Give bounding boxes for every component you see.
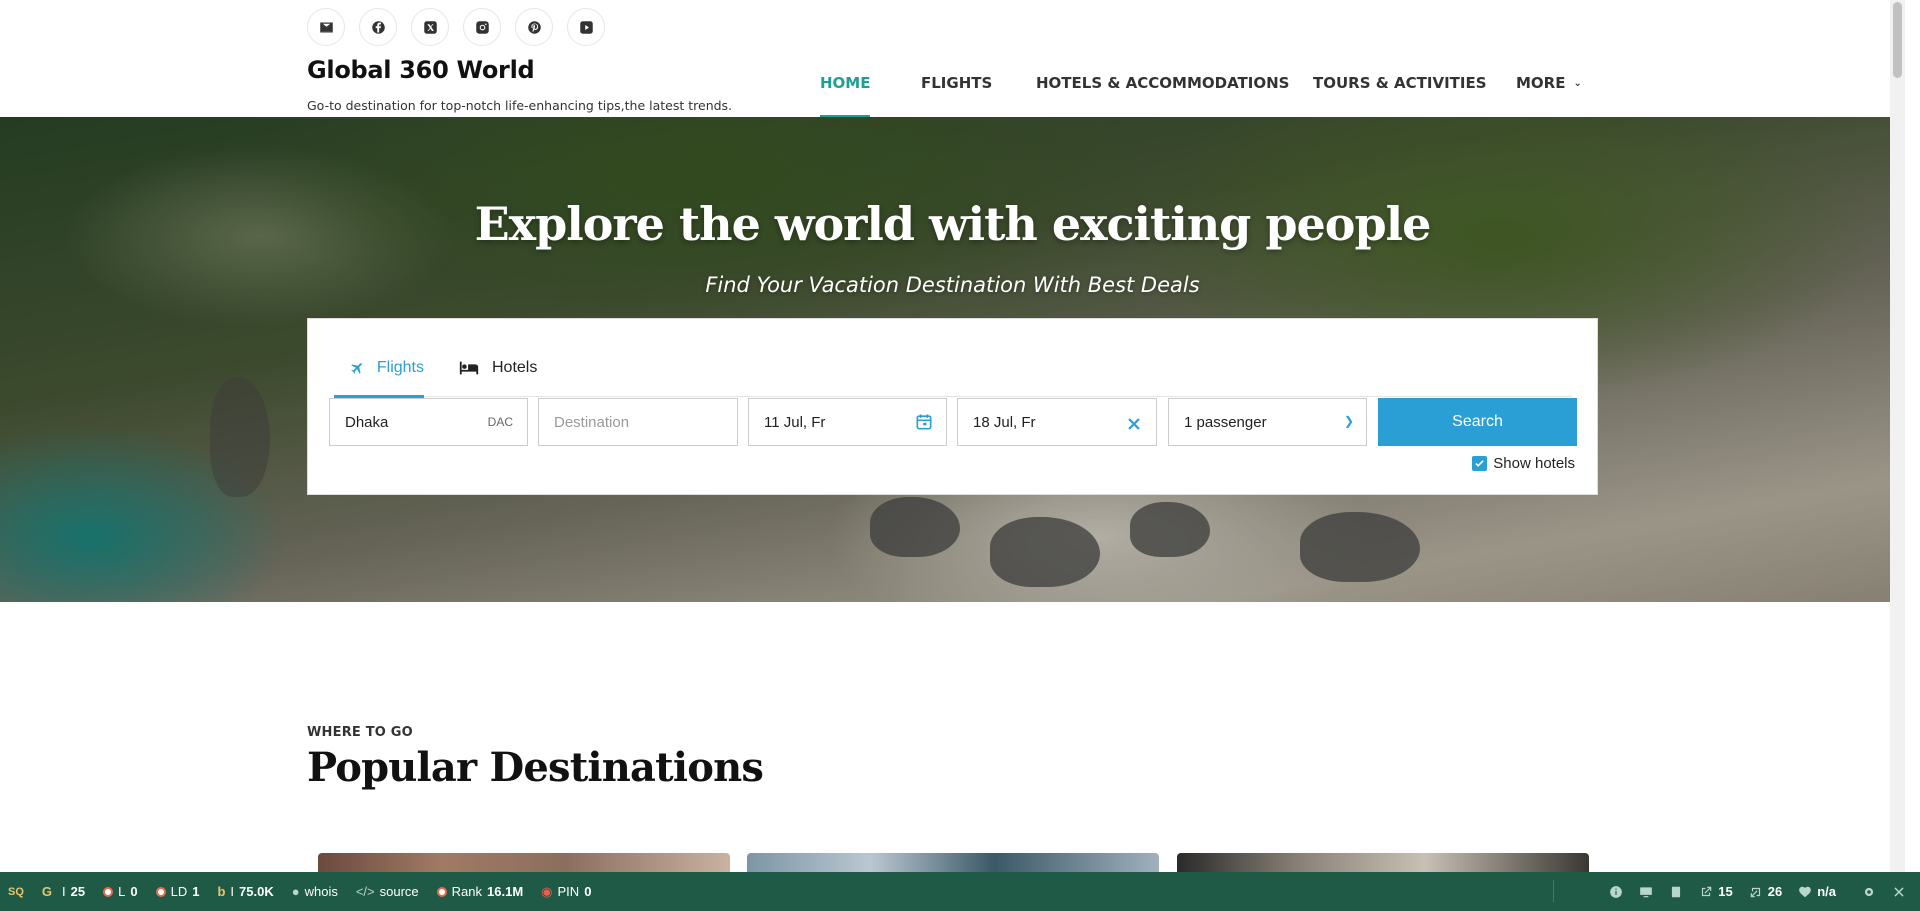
seoquake-logo-icon[interactable]: SQ: [8, 886, 24, 898]
pinterest-icon[interactable]: [515, 8, 553, 46]
nav-home-label: HOME: [820, 74, 871, 92]
depart-date-field[interactable]: 11 Jul, Fr: [748, 398, 947, 446]
bing-icon: b: [217, 884, 226, 899]
person-icon: ●: [291, 884, 300, 899]
rank-icon: [436, 886, 447, 897]
social-links: [307, 8, 605, 46]
chevron-down-icon: ❯: [1343, 414, 1354, 428]
tab-flights-label: Flights: [376, 359, 424, 376]
status-value: n/a: [1817, 884, 1836, 899]
nav-flights-label: FLIGHTS: [921, 74, 993, 92]
bing-index-item[interactable]: b I 75.0K: [217, 884, 273, 899]
hero-subtitle: Find Your Vacation Destination With Best…: [705, 273, 1200, 297]
nav-more-label: MORE: [1516, 74, 1566, 92]
external-links-item[interactable]: 15: [1699, 884, 1733, 899]
depart-date-value: 11 Jul, Fr: [764, 413, 826, 431]
whois-item[interactable]: ● whois: [292, 884, 338, 899]
origin-input[interactable]: Dhaka DAC: [329, 398, 528, 446]
origin-value: Dhaka: [345, 413, 389, 431]
pinterest-icon: ◉: [541, 883, 553, 899]
nav-flights[interactable]: FLIGHTS: [921, 74, 992, 118]
linking-domains-icon: [155, 886, 166, 897]
toolbar-divider: [1553, 880, 1554, 902]
scrollbar[interactable]: [1890, 0, 1905, 911]
settings-gear-icon[interactable]: [1862, 885, 1876, 899]
info-icon[interactable]: [1609, 885, 1623, 899]
pin-label: PIN: [557, 884, 580, 899]
code-icon: </>: [355, 884, 375, 899]
show-hotels-label: Show hotels: [1493, 455, 1575, 472]
heart-icon: [1799, 886, 1812, 897]
bed-icon: [459, 361, 479, 375]
page-icon[interactable]: [1669, 885, 1683, 899]
external-link-icon: [1702, 886, 1712, 896]
passenger-select[interactable]: 1 passenger ❯: [1168, 398, 1367, 446]
linking-domains-item[interactable]: LD 1: [155, 884, 200, 899]
youtube-icon[interactable]: [567, 8, 605, 46]
nav-more[interactable]: MORE ⌄: [1516, 74, 1582, 118]
search-widget: Flights Hotels Dhaka DAC Destination 11 …: [307, 318, 1598, 495]
google-index-item[interactable]: G I 25: [42, 884, 85, 899]
bing-index-value: 75.0K: [239, 884, 274, 899]
checkbox-checked-icon[interactable]: [1472, 456, 1488, 471]
page: Global 360 World Go-to destination for t…: [0, 0, 1905, 911]
internal-links-value: 26: [1767, 884, 1783, 899]
facebook-icon[interactable]: [359, 8, 397, 46]
nav-hotels[interactable]: HOTELS & ACCOMMODATIONS: [1036, 74, 1289, 118]
tab-hotels[interactable]: Hotels: [458, 339, 537, 397]
rank-value: 16.1M: [487, 884, 524, 899]
return-date-field[interactable]: 18 Jul, Fr: [957, 398, 1157, 446]
internal-link-icon: [1750, 887, 1760, 897]
tab-hotels-label: Hotels: [492, 359, 538, 376]
google-index-value: 25: [70, 884, 86, 899]
search-button[interactable]: Search: [1378, 398, 1577, 446]
rank-label: Rank: [451, 884, 483, 899]
search-tabs: Flights Hotels: [334, 339, 1572, 398]
nav-tours-label: TOURS & ACTIVITIES: [1313, 74, 1487, 92]
source-item[interactable]: </> source: [356, 884, 419, 899]
clear-icon[interactable]: [1124, 414, 1144, 434]
seo-toolbar: SQ G I 25 L0 LD 1 b I 75.0K ● whois </> source …: [0, 872, 1920, 911]
section-title: Popular Destinations: [307, 744, 764, 791]
rank-item[interactable]: Rank 16.1M: [436, 884, 524, 899]
destination-input[interactable]: Destination: [538, 398, 738, 446]
nav-home[interactable]: HOME: [820, 74, 871, 118]
linking-domains-label: LD: [170, 884, 188, 899]
hero-title: Explore the world with exciting people: [474, 197, 1432, 251]
section-kicker: WHERE TO GO: [307, 725, 413, 740]
airplane-icon: [351, 363, 362, 374]
nav-tours[interactable]: TOURS & ACTIVITIES: [1313, 74, 1487, 118]
chevron-down-icon: ⌄: [1573, 78, 1582, 89]
email-icon[interactable]: [307, 8, 345, 46]
passenger-value: 1 passenger: [1184, 413, 1267, 431]
external-links-value: 15: [1718, 884, 1733, 899]
origin-code: DAC: [487, 415, 513, 429]
main-nav: HOME FLIGHTS HOTELS & ACCOMMODATIONS TOU…: [0, 74, 1905, 118]
scrollbar-thumb[interactable]: [1893, 2, 1902, 78]
instagram-icon[interactable]: [463, 8, 501, 46]
pin-value: 0: [584, 884, 592, 899]
links-value: 0: [130, 884, 138, 899]
links-label: L: [118, 884, 126, 899]
links-icon: [103, 886, 114, 897]
x-twitter-icon[interactable]: [411, 8, 449, 46]
whois-label: whois: [304, 884, 338, 899]
nav-hotels-label: HOTELS & ACCOMMODATIONS: [1036, 74, 1290, 92]
source-label: source: [379, 884, 419, 899]
calendar-icon[interactable]: [914, 412, 934, 432]
show-hotels-checkbox[interactable]: Show hotels: [1472, 455, 1575, 472]
status-item[interactable]: n/a: [1798, 884, 1836, 899]
internal-links-item[interactable]: 26: [1749, 884, 1782, 899]
linking-domains-value: 1: [192, 884, 200, 899]
seo-toolbar-right: 15 26 n/a: [1593, 872, 1920, 911]
close-icon[interactable]: [1892, 885, 1906, 899]
destination-placeholder: Destination: [554, 413, 630, 431]
return-date-value: 18 Jul, Fr: [973, 413, 1036, 431]
google-icon: G: [41, 884, 53, 899]
links-item[interactable]: L0: [103, 884, 138, 899]
tab-flights[interactable]: Flights: [334, 339, 424, 398]
monitor-icon[interactable]: [1639, 885, 1653, 899]
pin-item[interactable]: ◉ PIN 0: [541, 884, 591, 900]
